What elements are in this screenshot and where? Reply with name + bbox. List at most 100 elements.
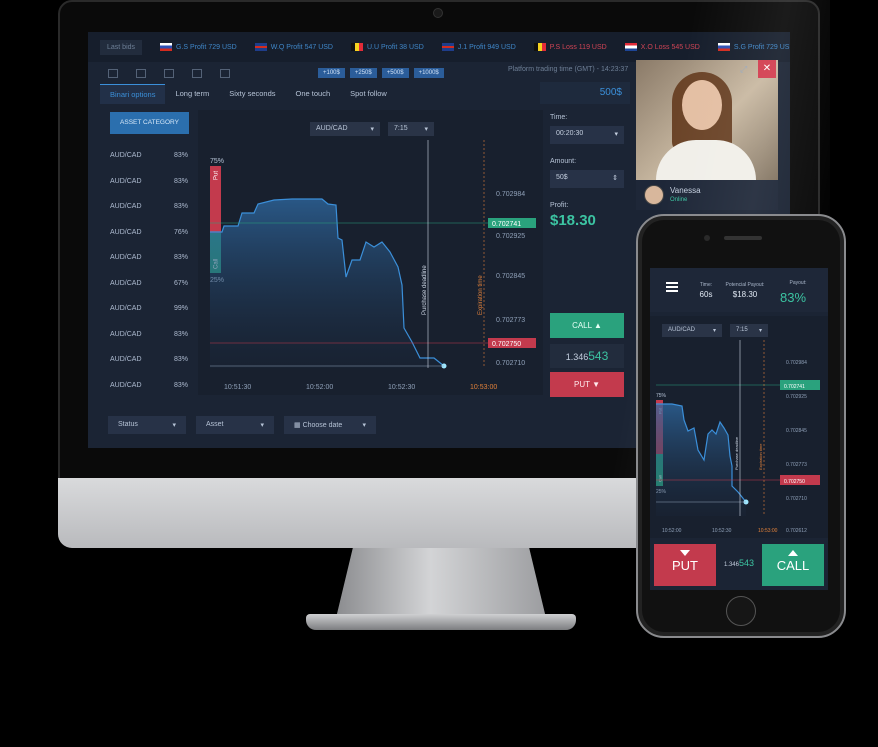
- phone-time-value: 60s: [699, 290, 713, 299]
- phone-speaker: [724, 236, 762, 240]
- asset-name: AUD/CAD: [110, 152, 142, 159]
- asset-category-button[interactable]: ASSET CATEGORY: [110, 112, 189, 134]
- phone-time-select-value: 7:15: [736, 327, 748, 333]
- phone-screen: Time: 60s Potencial Payout: $18.30 Payou…: [650, 268, 828, 590]
- y-axis-label: 0.702710: [496, 360, 525, 367]
- monitor-camera: [433, 8, 443, 18]
- strike-price-tag-text: 0.702750: [492, 341, 521, 348]
- status-filter[interactable]: Status ▾: [108, 416, 186, 434]
- phone-call-button[interactable]: CALL: [762, 544, 824, 586]
- x-axis-label: 10:53:00: [758, 528, 778, 534]
- ticker-item-text: W.Q Profit 547 USD: [270, 43, 333, 51]
- phone-price-prefix: 1.346: [723, 562, 739, 568]
- asset-list-item[interactable]: AUD/CAD 83%: [110, 203, 188, 210]
- y-axis-label: 0.702710: [786, 496, 807, 502]
- asset-list-item[interactable]: AUD/CAD 83%: [110, 254, 188, 261]
- flag-icon: [717, 43, 730, 51]
- x-axis-label: 10:52:00: [306, 384, 333, 391]
- strike-price-tag-text: 0.702750: [784, 479, 805, 485]
- add-250-button[interactable]: +250$: [349, 68, 377, 78]
- asset-list-item[interactable]: AUD/CAD 99%: [110, 305, 188, 312]
- stepper-icon: ⇕: [612, 175, 618, 182]
- chevron-down-icon: ▾: [614, 131, 618, 138]
- y-axis-label: 0.702984: [786, 360, 807, 366]
- expiration-label: Expiration time: [478, 275, 484, 315]
- monitor-stand: [336, 548, 546, 618]
- pair-select[interactable]: AUD/CAD ▾: [310, 122, 380, 136]
- flag-icon: [160, 43, 173, 51]
- asset-payout: 83%: [173, 254, 188, 261]
- add-1000-button[interactable]: +1000$: [413, 68, 444, 78]
- asset-list-item[interactable]: AUD/CAD 76%: [110, 229, 188, 236]
- ticker-item: X.O Loss 545 USD: [624, 43, 700, 51]
- indicator-icon[interactable]: [136, 68, 146, 78]
- amount-field[interactable]: 50$ ⇕: [550, 170, 624, 188]
- x-axis-label: 10:52:30: [712, 528, 732, 534]
- ticker-item-text: P.S Loss 119 USD: [549, 43, 607, 51]
- put-button[interactable]: PUT ▼: [550, 372, 624, 397]
- time-select[interactable]: 7:15 ▾: [388, 122, 434, 136]
- asset-list-item[interactable]: AUD/CAD 83%: [110, 356, 188, 363]
- menu-icon[interactable]: [666, 282, 678, 292]
- asset-name: AUD/CAD: [110, 228, 142, 236]
- chevron-down-icon: ▾: [712, 328, 716, 334]
- time-field-value: 00:20:30: [556, 130, 584, 137]
- price-chart[interactable]: 75%25%PutCallPurchase deadlineExpiration…: [198, 110, 543, 395]
- arrow-up-icon: [788, 550, 798, 556]
- asset-filter[interactable]: Asset ▾: [196, 416, 274, 434]
- y-axis-label: 0.702984: [496, 191, 525, 198]
- tab-sixty-seconds[interactable]: Sixty seconds: [219, 84, 285, 104]
- tab-one-touch[interactable]: One touch: [286, 84, 341, 104]
- asset-name: AUD/CAD: [110, 254, 142, 261]
- chart-icon[interactable]: [108, 68, 118, 78]
- y-axis-label: 0.702773: [786, 462, 807, 468]
- phone-pair-select[interactable]: AUD/CAD ▾: [662, 324, 722, 337]
- y-axis-label: 0.702612: [786, 528, 807, 534]
- asset-payout: 99%: [173, 305, 188, 312]
- tools-icon[interactable]: [192, 68, 202, 78]
- close-icon[interactable]: ✕: [758, 60, 776, 78]
- asset-payout: 76%: [173, 228, 188, 236]
- asset-list-item[interactable]: AUD/CAD 83%: [110, 178, 188, 185]
- home-button[interactable]: [726, 596, 756, 626]
- tab-long-term[interactable]: Long term: [165, 84, 219, 104]
- profit-label: Profit:: [550, 202, 569, 209]
- add-500-button[interactable]: +500$: [381, 68, 409, 78]
- balance-display: 500$: [540, 82, 630, 104]
- asset-list-item[interactable]: AUD/CAD 67%: [110, 280, 188, 287]
- ticker-item: S.G Profit 729 USD: [717, 43, 790, 51]
- asset-payout: 83%: [173, 203, 188, 210]
- date-filter[interactable]: ▦ Choose date ▾: [284, 416, 376, 434]
- phone-price-chart[interactable]: 75%25%PutCallPurchase deadlineExpiration…: [650, 316, 828, 538]
- expand-icon[interactable]: ⤢: [740, 64, 747, 75]
- asset-list-item[interactable]: AUD/CAD 83%: [110, 331, 188, 338]
- x-axis-label: 10:52:00: [662, 528, 682, 534]
- chart-toolbar: +100$ +250$ +500$ +1000$: [88, 62, 538, 84]
- agent-status: Online: [670, 197, 688, 203]
- flag-icon: [441, 43, 454, 51]
- pair-select-value: AUD/CAD: [316, 125, 348, 132]
- asset-list-item[interactable]: AUD/CAD 83%: [110, 152, 188, 159]
- add-100-button[interactable]: +100$: [318, 68, 345, 78]
- ticker-item: J.1 Profit 949 USD: [441, 43, 516, 51]
- tab-binari-options[interactable]: Binari options: [100, 84, 166, 104]
- phone-camera: [704, 235, 710, 241]
- tab-spot-follow[interactable]: Spot follow: [340, 84, 397, 104]
- phone-put-button[interactable]: PUT: [654, 544, 716, 586]
- chevron-down-icon: ▾: [758, 328, 762, 334]
- flag-icon: [533, 43, 546, 51]
- expiration-label: Expiration time: [758, 443, 763, 470]
- ticker-item-text: X.O Loss 545 USD: [640, 43, 700, 51]
- ticker-item-text: U.U Profit 38 USD: [366, 43, 424, 51]
- time-field[interactable]: 00:20:30 ▾: [550, 126, 624, 144]
- x-axis-label: 10:53:00: [470, 384, 497, 391]
- bars-icon[interactable]: [220, 68, 230, 78]
- phone-time-select[interactable]: 7:15 ▾: [730, 324, 768, 337]
- asset-list-item[interactable]: AUD/CAD 83%: [110, 382, 188, 389]
- monitor-stand-base: [306, 614, 576, 630]
- amount-field-value: 50$: [556, 174, 568, 181]
- book-icon[interactable]: [164, 68, 174, 78]
- flag-icon: [254, 43, 267, 51]
- call-button[interactable]: CALL ▲: [550, 313, 624, 338]
- purchase-deadline-label: Purchase deadline: [734, 436, 739, 470]
